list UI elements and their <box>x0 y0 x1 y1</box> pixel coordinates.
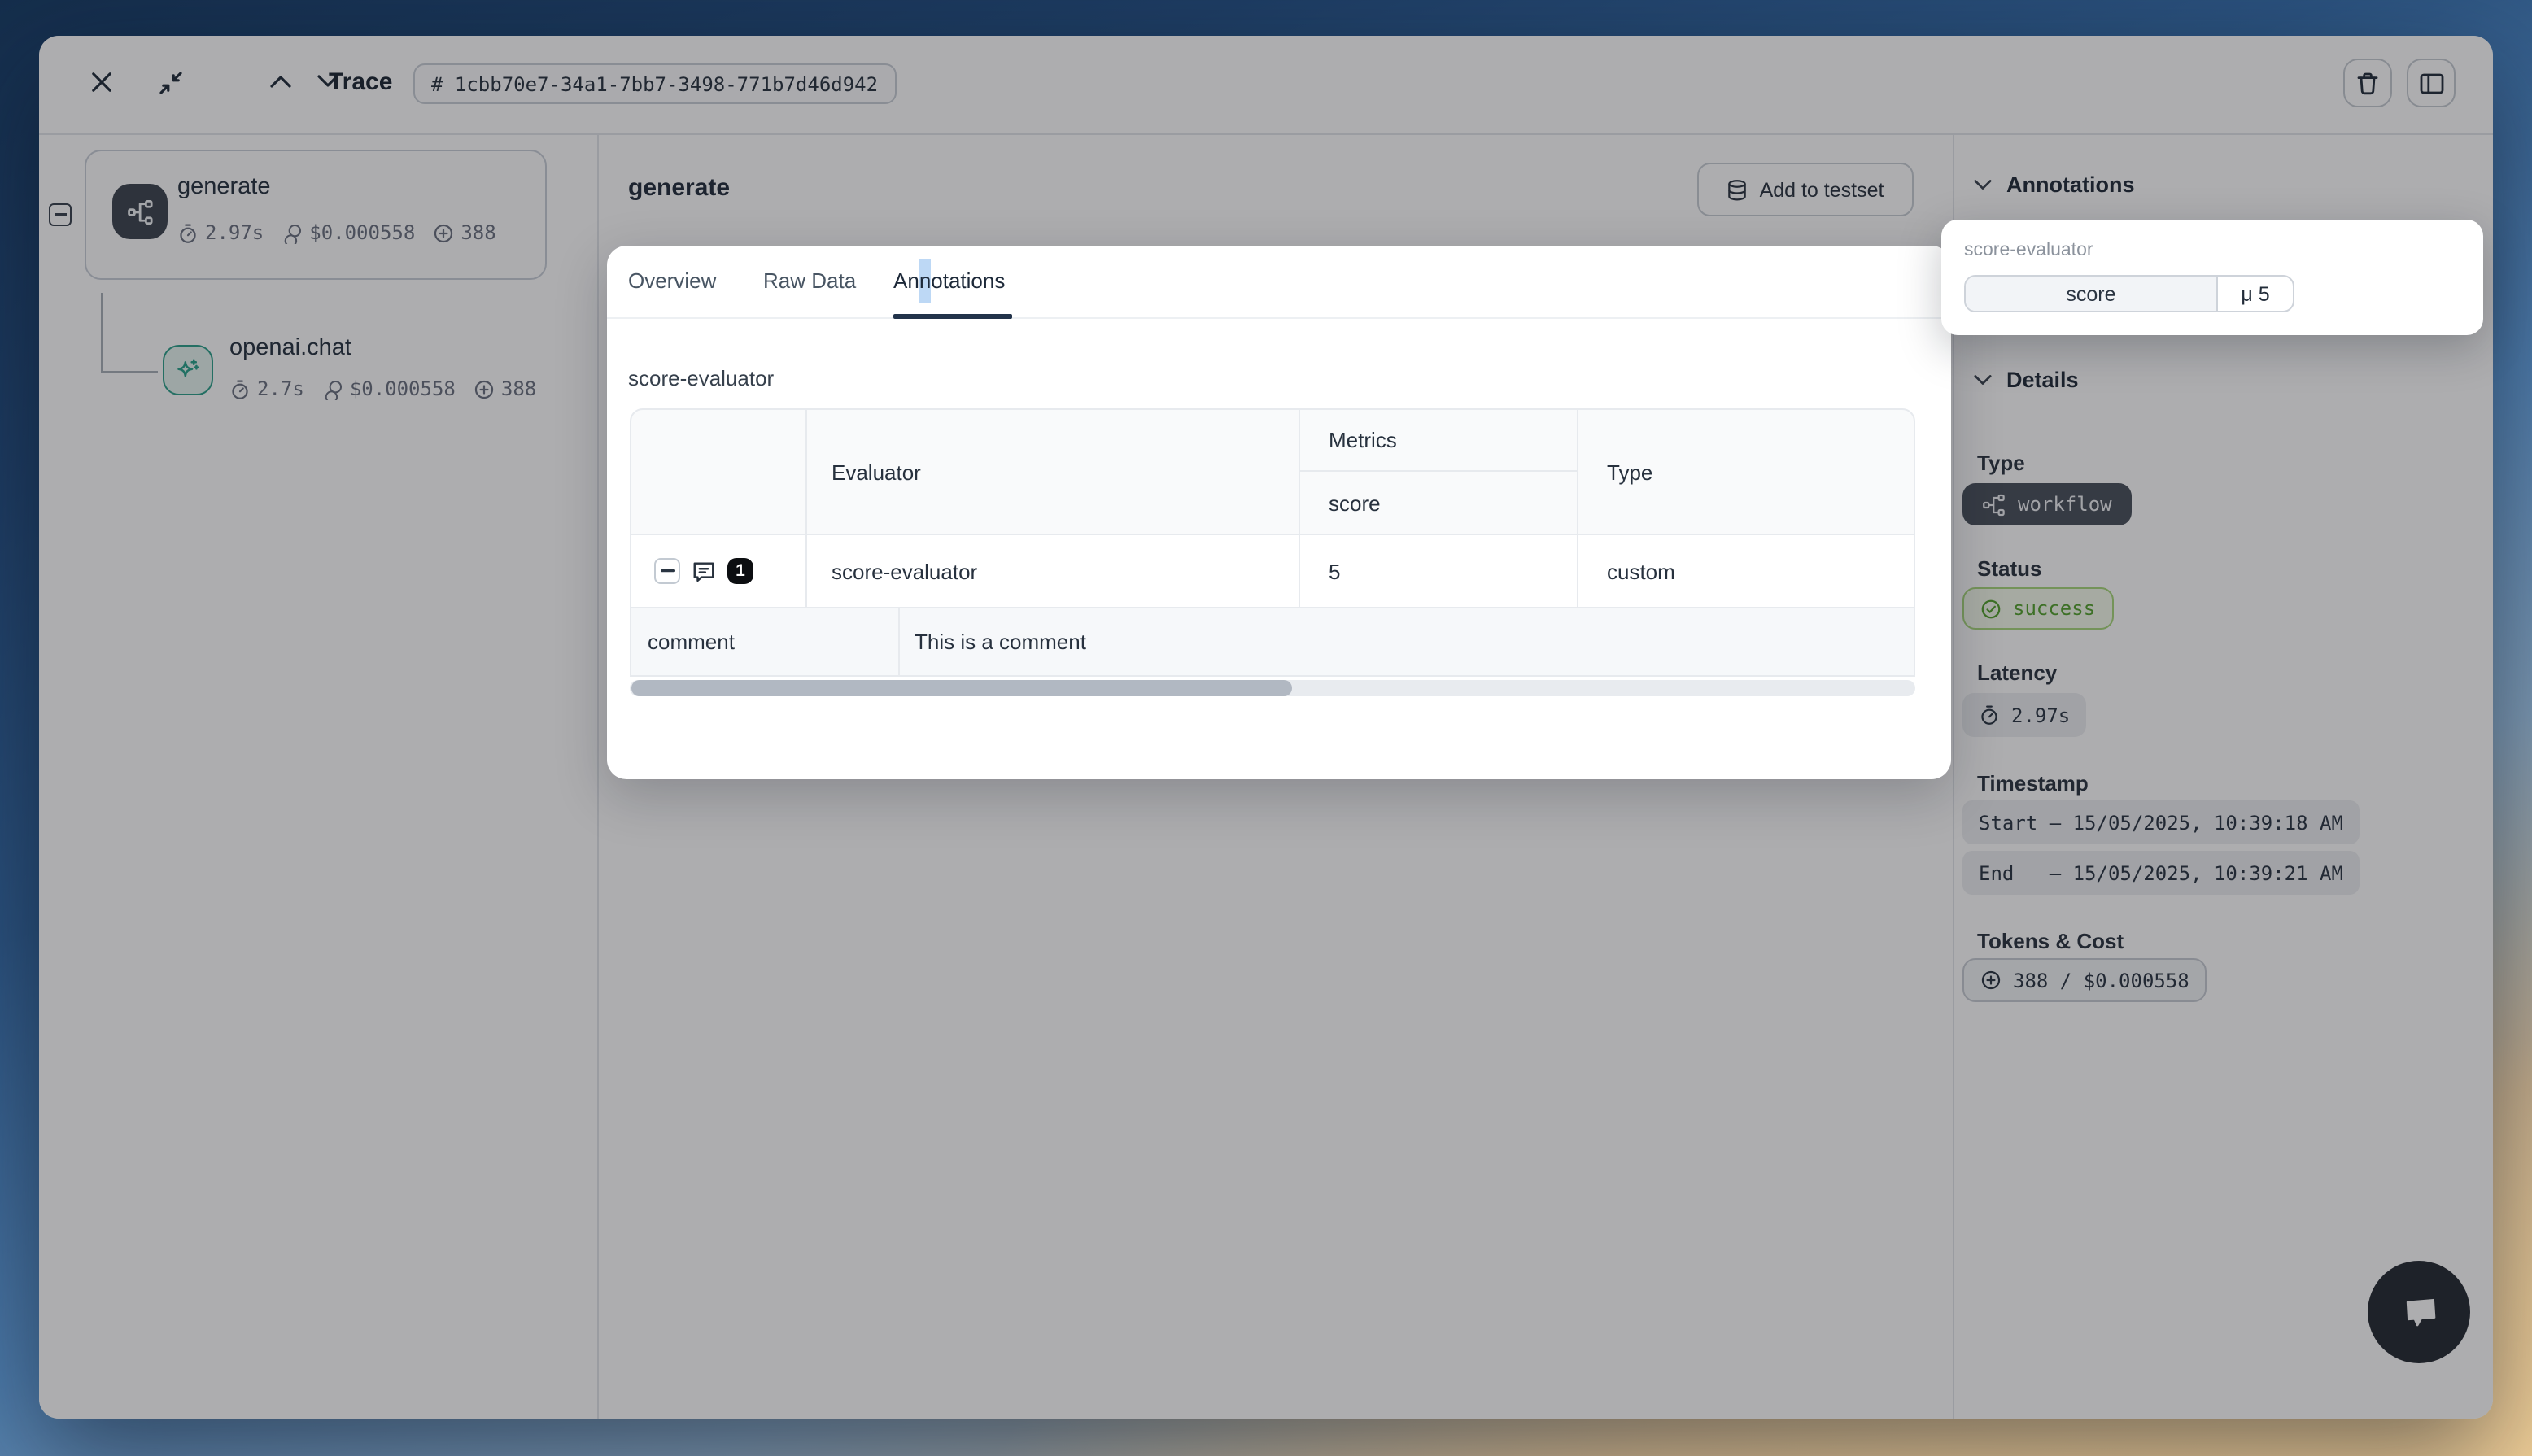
close-icon[interactable] <box>91 72 112 93</box>
type-label: Type <box>1977 451 2025 475</box>
tree-connector <box>101 371 158 373</box>
cost-stat: $0.000558 <box>282 221 415 244</box>
plus-circle-icon <box>1980 970 2002 991</box>
annotation-card-label: score-evaluator <box>1964 241 2093 260</box>
horizontal-scrollbar[interactable] <box>630 680 1915 696</box>
drawer-title: Trace <box>329 68 392 96</box>
annotation-evaluator-card: score-evaluator score μ 5 <box>1941 220 2483 335</box>
metric-average-badge: μ 5 <box>2218 277 2293 311</box>
delete-trace-button[interactable] <box>2343 59 2392 107</box>
score-cell: 5 <box>1298 535 1576 607</box>
span-title: generate <box>628 174 730 202</box>
database-icon <box>1727 178 1748 201</box>
trace-drawer: Trace # 1cbb70e7-34a1-7bb7-3498-771b7d46… <box>39 36 2493 1419</box>
timestamp-label: Timestamp <box>1977 771 2089 796</box>
latency-badge: 2.97s <box>1962 693 2086 737</box>
workflow-icon <box>112 184 168 239</box>
type-column-header: Type <box>1576 410 1914 534</box>
chevron-down-icon <box>1974 374 1992 386</box>
side-panel-icon <box>2419 72 2443 94</box>
tab-annotations[interactable]: Annotations <box>893 268 1005 293</box>
trace-tree-sidebar: generate 2.97s $0.000558 388 <box>39 135 599 1419</box>
evaluator-heading: score-evaluator <box>628 366 774 390</box>
selection-column-header <box>631 410 805 534</box>
annotations-table: Evaluator Metrics score Type 1 <box>630 408 1915 677</box>
comment-value-cell: This is a comment <box>898 608 1914 675</box>
evaluator-column-header: Evaluator <box>805 410 1298 534</box>
tab-raw-data[interactable]: Raw Data <box>763 268 856 293</box>
tokens-cost-label: Tokens & Cost <box>1977 929 2124 953</box>
tokens-stat: 388 <box>433 221 495 244</box>
text-selection-highlight: n <box>919 259 931 303</box>
toggle-panel-button[interactable] <box>2407 59 2456 107</box>
collapse-icon[interactable] <box>158 70 184 96</box>
stopwatch-icon <box>177 222 199 243</box>
node-stats: 2.7s $0.000558 388 <box>229 377 536 400</box>
coins-icon <box>322 378 343 399</box>
type-cell: custom <box>1576 535 1914 607</box>
details-section-header[interactable]: Details <box>1974 368 2079 392</box>
metric-name[interactable]: score <box>1966 277 2218 311</box>
stopwatch-icon <box>1979 704 2000 726</box>
tab-bar: Overview Raw Data Annotations <box>607 246 1951 319</box>
workflow-icon <box>1982 492 2006 517</box>
comment-count-badge: 1 <box>727 558 753 584</box>
comment-icon[interactable] <box>692 559 716 583</box>
status-badge: success <box>1962 587 2113 630</box>
node-name: openai.chat <box>229 335 351 361</box>
chat-widget-button[interactable] <box>2368 1261 2470 1363</box>
node-name: generate <box>177 174 271 200</box>
collapse-row-button[interactable] <box>654 558 680 584</box>
latency-label: Latency <box>1977 660 2057 685</box>
tokens-cost-badge: 388 / $0.000558 <box>1962 958 2207 1002</box>
timestamp-end-badge: End — 15/05/2025, 10:39:21 AM <box>1962 851 2360 895</box>
coins-icon <box>282 222 303 243</box>
timestamp-start-badge: Start — 15/05/2025, 10:39:18 AM <box>1962 800 2360 844</box>
sparkles-icon <box>163 345 213 395</box>
plus-circle-icon <box>474 378 495 399</box>
evaluator-cell: score-evaluator <box>805 535 1298 607</box>
trash-icon <box>2356 71 2379 95</box>
metric-summary-control[interactable]: score μ 5 <box>1964 275 2294 312</box>
trace-id-badge[interactable]: # 1cbb70e7-34a1-7bb7-3498-771b7d46d942 <box>413 63 896 104</box>
chevron-down-icon <box>1974 179 1992 190</box>
metrics-column-header: Metrics score <box>1298 410 1576 534</box>
span-detail-panel: Overview Raw Data Annotations score-eval… <box>607 246 1951 779</box>
active-tab-underline <box>893 313 1012 319</box>
table-header: Evaluator Metrics score Type <box>630 408 1915 535</box>
metric-subcolumn-score: score <box>1299 472 1576 534</box>
table-row[interactable]: 1 score-evaluator 5 custom <box>630 535 1915 608</box>
cost-stat: $0.000558 <box>322 377 456 400</box>
stopwatch-icon <box>229 378 251 399</box>
plus-circle-icon <box>433 222 454 243</box>
screen: Trace # 1cbb70e7-34a1-7bb7-3498-771b7d46… <box>0 0 2532 1456</box>
latency-stat: 2.97s <box>177 221 264 244</box>
tab-overview[interactable]: Overview <box>628 268 716 293</box>
add-to-testset-button[interactable]: Add to testset <box>1697 163 1914 216</box>
chevron-up-icon[interactable] <box>270 75 291 88</box>
comment-detail-row: comment This is a comment <box>630 608 1915 677</box>
latency-stat: 2.7s <box>229 377 304 400</box>
type-badge: workflow <box>1962 483 2132 525</box>
comment-key-cell: comment <box>631 608 898 675</box>
minus-icon <box>660 569 674 573</box>
node-stats: 2.97s $0.000558 388 <box>177 221 496 244</box>
tokens-stat: 388 <box>474 377 536 400</box>
tree-connector <box>101 293 103 371</box>
tree-collapse-toggle[interactable] <box>49 203 72 226</box>
row-controls: 1 <box>631 535 805 607</box>
status-label: Status <box>1977 556 2041 581</box>
trace-topbar: Trace # 1cbb70e7-34a1-7bb7-3498-771b7d46… <box>39 36 2493 135</box>
chat-bubble-icon <box>2394 1289 2443 1335</box>
annotations-section-header[interactable]: Annotations <box>1974 172 2135 197</box>
scrollbar-thumb[interactable] <box>631 680 1292 696</box>
check-circle-icon <box>1980 598 2002 619</box>
tree-node-generate[interactable]: generate 2.97s $0.000558 388 <box>85 150 547 280</box>
